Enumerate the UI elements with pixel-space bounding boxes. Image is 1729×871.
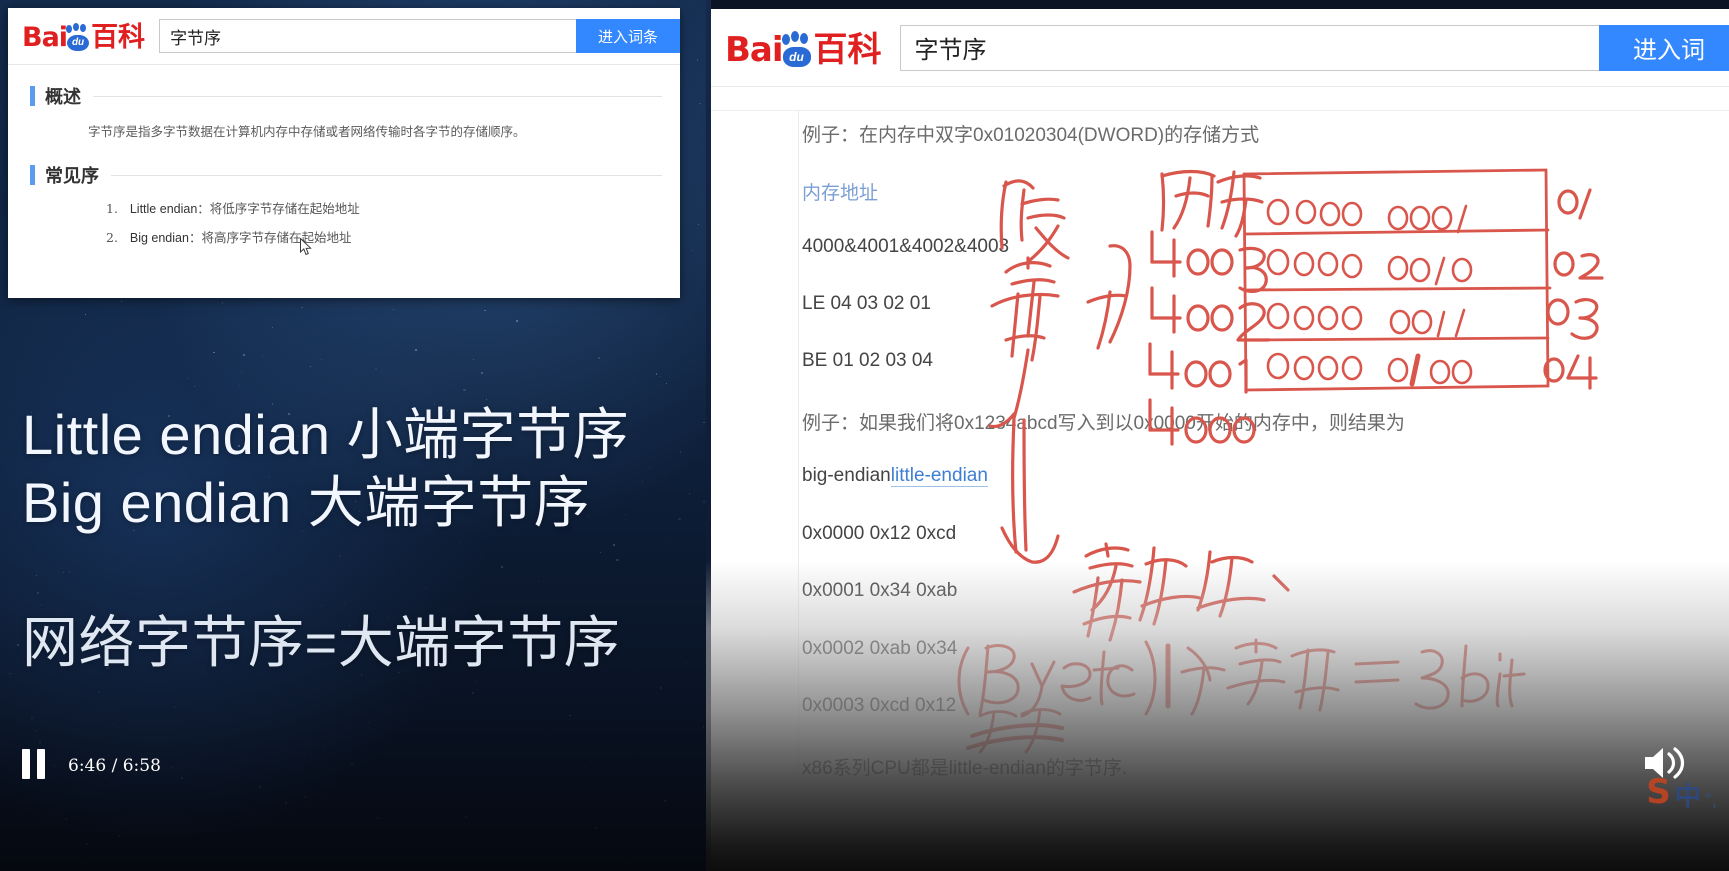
baidu-baike-logo: Bai du 百科 — [22, 21, 145, 51]
list-item-term: Little endian — [129, 202, 198, 216]
article-content: 例子：在内存中双字0x01020304(DWORD)的存储方式 内存地址 400… — [802, 120, 1729, 871]
sogou-logo-icon: S — [1646, 772, 1671, 812]
line-example-2: 例子：如果我们将0x1234abcd写入到以0x0000开始的内存中，则结果为 — [802, 413, 1405, 434]
slide-search-button[interactable]: 进入词条 — [576, 19, 680, 53]
slide-search-input[interactable]: 字节序 — [159, 19, 576, 53]
list-item-desc: 将高序字节存储在起始地址 — [201, 230, 352, 245]
search-input[interactable]: 字节序 — [899, 24, 1599, 71]
line-be-row: BE 01 02 03 04 — [802, 350, 933, 371]
baidu-baike-logo[interactable]: Bai du 百科 — [725, 29, 882, 67]
list-item-number: 1. — [106, 201, 118, 216]
list-item-sep: ： — [197, 201, 210, 216]
ime-punctuation-icon[interactable]: °, — [1705, 791, 1717, 809]
section-common-title: 常见序 — [8, 162, 680, 188]
baidu-paw-icon: du — [781, 30, 814, 67]
browser-header: Bai du 百科 字节序 进入词 — [711, 9, 1729, 87]
logo-du-text: du — [67, 35, 90, 51]
header-divider — [711, 110, 1729, 111]
section-accent-bar — [30, 86, 35, 106]
section-divider — [93, 95, 662, 97]
logo-bai-text: Bai — [22, 22, 68, 53]
logo-baike-text: 百科 — [91, 22, 146, 53]
list-item-term: Big endian — [129, 231, 189, 245]
section-overview-title: 概述 — [8, 83, 680, 109]
line-cpu-note: x86系列CPU都是little-endian的字节序. — [802, 758, 1128, 779]
caption-network-byte-order: 网络字节序=大端字节序 — [22, 611, 621, 674]
line-mem-0000: 0x0000 0x12 0xcd — [802, 523, 957, 544]
slide-body: 概述 字节序是指多字节数据在计算机内存中存储或者网络传输时各字节的存储顺序。 常… — [8, 65, 680, 246]
endian-list: 1. Little endian：将低序字节存储在起始地址 2. Big end… — [8, 198, 680, 246]
logo-bai-text: Bai — [725, 29, 784, 70]
enter-entry-button[interactable]: 进入词 — [1599, 24, 1729, 71]
logo-baike-text: 百科 — [813, 29, 882, 70]
video-time-label: 6:46 / 6:58 — [68, 756, 161, 776]
pause-icon[interactable] — [22, 749, 48, 779]
overview-paragraph: 字节序是指多字节数据在计算机内存中存储或者网络传输时各字节的存储顺序。 — [88, 124, 526, 139]
list-item: 1. Little endian：将低序字节存储在起始地址 — [106, 198, 680, 217]
logo-du-text: du — [782, 46, 811, 67]
slide-header: Bai du 百科 字节序 进入词条 — [8, 8, 680, 65]
caption-big-endian: Big endian 大端字节序 — [22, 471, 591, 534]
list-item-number: 2. — [106, 230, 118, 245]
sogou-ime-indicator[interactable]: S 中 °, — [1646, 765, 1717, 809]
screen-root: Bai du 百科 字节序 进入词条 概述 字节序是指多字节数据在计算机内存中存… — [0, 0, 1729, 871]
line-memory-address-heading: 内存地址 — [802, 183, 879, 204]
line-mem-0002: 0x0002 0xab 0x34 — [802, 638, 958, 659]
mouse-cursor-icon — [300, 238, 312, 256]
link-little-endian[interactable]: little-endian — [890, 465, 988, 487]
list-item-sep: ： — [188, 230, 202, 245]
list-item-desc: 将低序字节存储在起始地址 — [209, 201, 360, 216]
line-le-row: LE 04 03 02 01 — [802, 293, 931, 314]
line-mem-0001: 0x0001 0x34 0xab — [802, 580, 958, 601]
slide-baidu-baike-card: Bai du 百科 字节序 进入词条 概述 字节序是指多字节数据在计算机内存中存… — [8, 8, 680, 298]
search-bar[interactable]: 字节序 进入词 — [899, 24, 1729, 71]
content-left-rule — [798, 110, 799, 871]
baidu-paw-icon: du — [65, 23, 91, 51]
list-item: 2. Big endian：将高序字节存储在起始地址 — [106, 227, 680, 246]
link-big-endian[interactable]: big-endian — [802, 465, 891, 486]
line-endian-links[interactable]: big-endianlittle-endian — [802, 465, 988, 487]
section-accent-bar — [30, 165, 35, 185]
section-overview-label: 概述 — [45, 87, 81, 108]
ime-mode-label[interactable]: 中 — [1675, 783, 1701, 809]
slide-search-bar[interactable]: 字节序 进入词条 — [159, 19, 680, 53]
section-divider — [111, 174, 662, 176]
video-player-pane[interactable]: Bai du 百科 字节序 进入词条 概述 字节序是指多字节数据在计算机内存中存… — [0, 0, 706, 871]
line-example-1: 例子：在内存中双字0x01020304(DWORD)的存储方式 — [802, 125, 1260, 146]
section-common-label: 常见序 — [45, 166, 99, 187]
line-mem-0003: 0x0003 0xcd 0x12 — [802, 695, 957, 716]
zoomed-browser-pane[interactable]: Bai du 百科 字节序 进入词 例子：在内存中双字0x01020304(DW… — [706, 0, 1729, 871]
line-address-row: 4000&4001&4002&4003 — [802, 236, 1010, 257]
